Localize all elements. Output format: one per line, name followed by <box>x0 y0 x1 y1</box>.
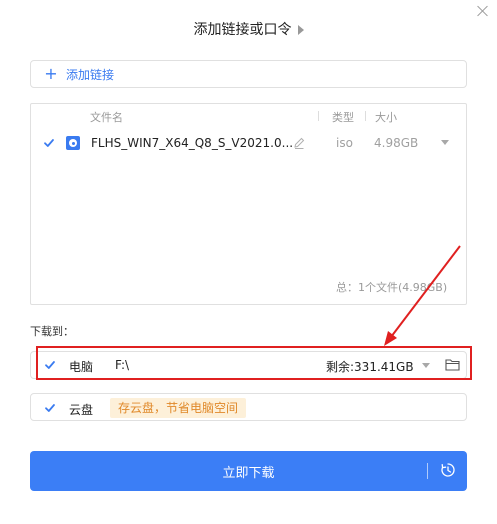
edit-icon[interactable] <box>292 136 306 150</box>
disc-file-icon <box>66 136 80 150</box>
cloud-promo-badge: 存云盘，节省电脑空间 <box>110 398 247 418</box>
caret-right-icon[interactable] <box>297 25 304 35</box>
column-header-type[interactable]: 类型 <box>332 109 354 125</box>
column-header-name[interactable]: 文件名 <box>90 109 123 125</box>
cloud-checkbox[interactable] <box>44 402 56 414</box>
cloud-destination-row[interactable] <box>30 393 467 421</box>
cloud-label: 云盘 <box>69 403 94 417</box>
clock-icon[interactable] <box>440 462 456 478</box>
file-total: 总：1个文件(4.98GB) <box>336 281 448 294</box>
column-header-size[interactable]: 大小 <box>375 109 397 125</box>
column-divider <box>365 111 366 121</box>
download-now-label: 立即下载 <box>222 465 275 481</box>
column-divider <box>318 111 319 121</box>
file-checkbox[interactable] <box>43 137 55 149</box>
add-link-button[interactable]: + 添加链接 <box>30 60 467 88</box>
chevron-down-icon[interactable] <box>441 140 449 145</box>
file-type: iso <box>336 136 353 150</box>
file-size: 4.98GB <box>374 136 419 150</box>
download-to-label: 下载到： <box>30 325 74 338</box>
dialog-title-text: 添加链接或口令 <box>193 22 292 38</box>
file-list-panel <box>30 103 467 305</box>
dialog-title: 添加链接或口令 <box>0 20 497 40</box>
button-divider <box>427 463 428 479</box>
add-link-label: 添加链接 <box>66 67 115 82</box>
download-now-button[interactable]: 立即下载 <box>30 451 467 491</box>
annotation-highlight-box <box>36 346 472 380</box>
check-icon <box>45 404 55 412</box>
file-name: FLHS_WIN7_X64_Q8_S_V2021.0... <box>91 136 294 150</box>
plus-icon: + <box>44 64 58 83</box>
close-icon[interactable] <box>470 0 496 26</box>
check-icon <box>44 139 54 147</box>
